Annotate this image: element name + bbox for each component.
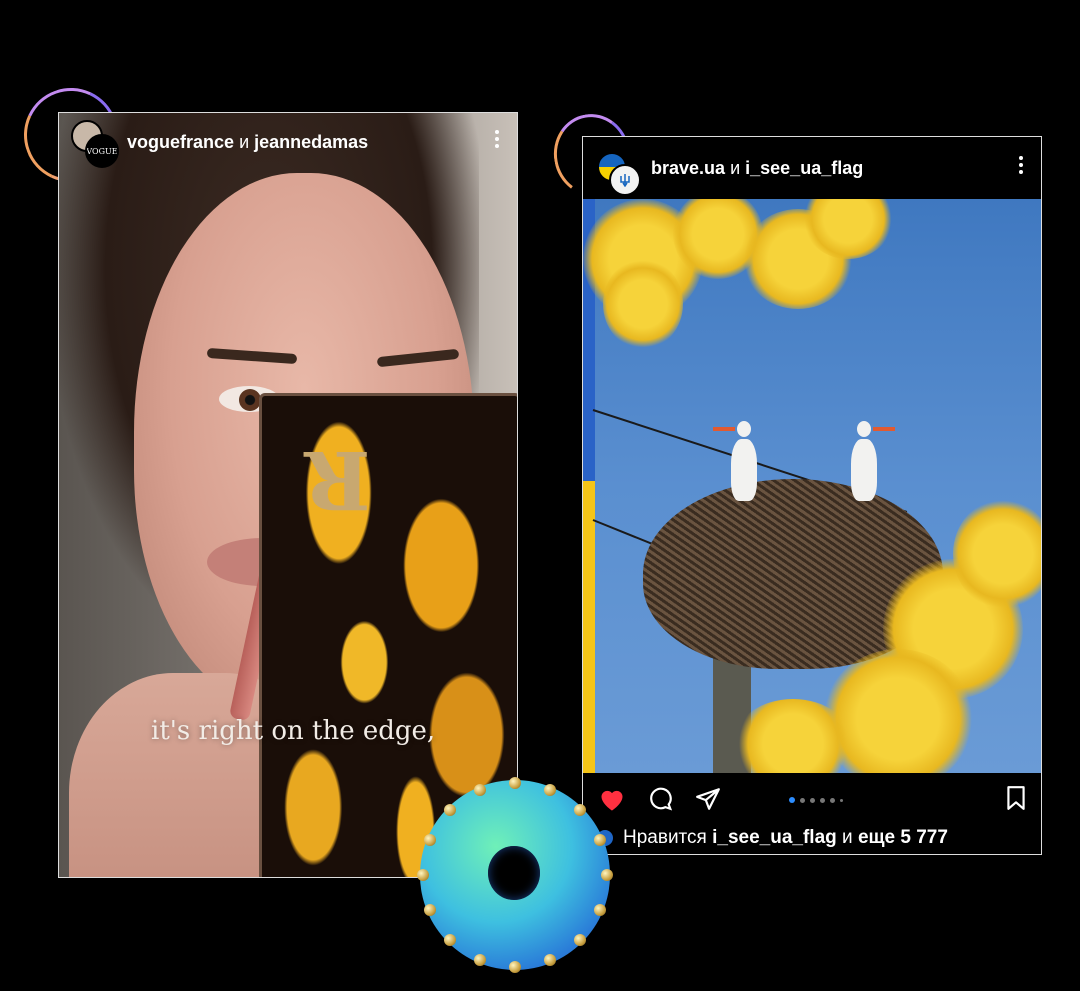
donut-bead xyxy=(424,833,436,846)
donut-bead xyxy=(473,953,486,966)
author-conjunction: и xyxy=(239,131,250,152)
post-brave-ua[interactable]: brave.ua и i_see_ua_flag Нравится i_see_… xyxy=(582,136,1042,855)
liker-username[interactable]: i_see_ua_flag xyxy=(712,827,837,849)
post-header: brave.ua и i_see_ua_flag xyxy=(583,137,1041,199)
flag-stripe-yellow xyxy=(583,481,595,773)
avatar-voguefrance[interactable]: VOGUE xyxy=(85,134,119,168)
heart-filled-icon[interactable] xyxy=(597,784,627,814)
likes-prefix: Нравится xyxy=(623,827,707,848)
donut-bead xyxy=(417,869,429,881)
donut-bead xyxy=(443,803,456,816)
video-caption: it's right on the edge, xyxy=(151,716,436,746)
author-line: brave.ua и i_see_ua_flag xyxy=(651,158,863,179)
forsythia-blossom xyxy=(603,259,683,349)
author-line: voguefrance и jeannedamas xyxy=(127,132,368,153)
video-frame[interactable]: R xyxy=(59,113,517,877)
likes-count[interactable]: еще 5 777 xyxy=(858,827,948,849)
donut-bead xyxy=(509,777,521,789)
author-conjunction: и xyxy=(730,157,741,178)
bookmark-icon[interactable] xyxy=(1005,785,1027,816)
likes-summary[interactable]: Нравится i_see_ua_flag и еще 5 777 xyxy=(597,827,948,849)
carousel-dot-active xyxy=(789,797,795,803)
palette-logo: R xyxy=(304,433,371,527)
author-link-2[interactable]: i_see_ua_flag xyxy=(745,158,863,178)
author-link-2[interactable]: jeannedamas xyxy=(254,132,368,152)
donut-bead xyxy=(574,934,587,947)
post-voguefrance[interactable]: R VOGUE voguefrance и jeannedamas it's r… xyxy=(58,112,518,878)
donut-bead xyxy=(593,833,606,846)
carousel-dot xyxy=(830,797,835,803)
collab-avatars[interactable]: VOGUE xyxy=(67,116,119,168)
more-vertical-icon[interactable] xyxy=(485,129,509,155)
avatar-i-see-ua-flag[interactable] xyxy=(609,164,641,196)
carousel-indicator xyxy=(789,797,843,803)
stork-left xyxy=(713,421,757,501)
post-header: VOGUE voguefrance и jeannedamas xyxy=(59,113,517,171)
carousel-dot xyxy=(810,797,815,803)
stork-right xyxy=(851,439,877,501)
comment-icon[interactable] xyxy=(645,784,675,814)
more-vertical-icon[interactable] xyxy=(1009,155,1033,181)
trident-icon xyxy=(620,174,630,187)
donut-bead xyxy=(443,934,456,947)
donut-bead xyxy=(473,784,486,796)
collab-avatars[interactable] xyxy=(591,142,643,196)
author-link-1[interactable]: voguefrance xyxy=(127,132,234,152)
send-icon[interactable] xyxy=(693,784,723,814)
carousel-dot xyxy=(800,797,805,803)
carousel-dot xyxy=(820,797,825,803)
donut-bead xyxy=(509,961,521,973)
donut-bead xyxy=(601,869,613,881)
donut-bead xyxy=(574,803,587,816)
author-link-1[interactable]: brave.ua xyxy=(651,158,725,178)
likes-conjunction: и xyxy=(842,827,853,848)
carousel-dot xyxy=(840,798,843,802)
post-photo[interactable] xyxy=(583,199,1041,773)
donut-bead xyxy=(544,953,557,966)
donut-bead xyxy=(593,904,606,917)
